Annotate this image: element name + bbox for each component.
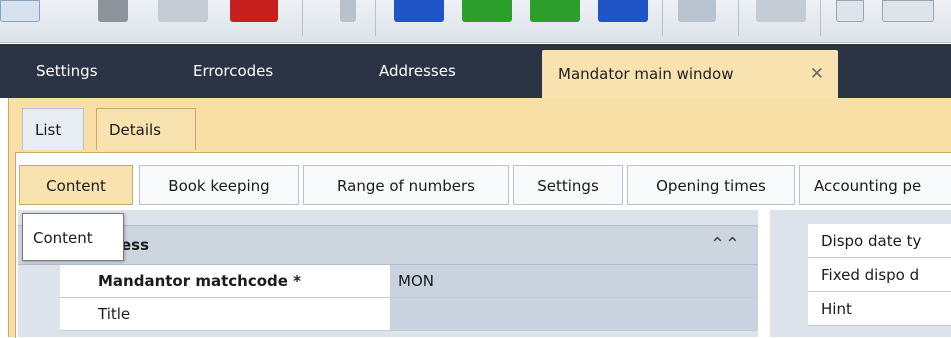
- title-field[interactable]: [390, 298, 758, 330]
- add-green2-icon[interactable]: [530, 0, 580, 22]
- delete-icon[interactable]: [230, 0, 278, 22]
- panel-header[interactable]: ess ⌃⌃: [18, 225, 758, 265]
- field-label: Title: [60, 298, 390, 330]
- lock-icon[interactable]: [340, 0, 356, 22]
- doc-tab-errorcodes[interactable]: Errorcodes: [193, 44, 273, 98]
- tab-opening-times[interactable]: Opening times: [627, 165, 795, 205]
- panel-title: ess: [121, 236, 150, 254]
- new-icon[interactable]: [0, 0, 40, 22]
- field-label-hint: Hint: [808, 292, 951, 326]
- toolbar-separator: [662, 0, 663, 36]
- close-icon[interactable]: ✕: [810, 50, 824, 98]
- doc-tab-mandator-main-window[interactable]: Mandator main window ✕: [542, 50, 838, 98]
- doc-tab-addresses[interactable]: Addresses: [379, 44, 456, 98]
- toolbar-separator: [738, 0, 739, 36]
- matchcode-field[interactable]: MON: [390, 265, 758, 297]
- tab-list[interactable]: List: [22, 108, 84, 150]
- save-icon[interactable]: [98, 0, 128, 22]
- toolbar-separator: [375, 0, 376, 36]
- refresh-icon[interactable]: [678, 0, 716, 22]
- tab-accounting-period[interactable]: Accounting pe: [799, 165, 951, 205]
- add-green-icon[interactable]: [462, 0, 512, 22]
- doc-tab-label: Mandator main window: [558, 65, 734, 83]
- toolbar-separator: [302, 0, 303, 36]
- content-tab-strip: Content Book keeping Range of numbers Se…: [15, 160, 951, 210]
- tab-range-of-numbers[interactable]: Range of numbers: [303, 165, 509, 205]
- calc-icon[interactable]: [836, 0, 864, 22]
- address-panel: ess ⌃⌃ Mandantor matchcode * MON Title: [18, 210, 758, 337]
- form-row-matchcode: Mandantor matchcode * MON: [60, 265, 758, 298]
- sub-tab-strip: List Details: [8, 98, 951, 152]
- doc-tab-settings[interactable]: Settings: [36, 44, 98, 98]
- tab-settings[interactable]: Settings: [513, 165, 623, 205]
- toolbar-separator: [820, 0, 821, 36]
- toolbar: [0, 0, 951, 43]
- document-tab-strip: Settings Errorcodes Addresses Mandator m…: [0, 44, 951, 98]
- print-icon[interactable]: [756, 0, 806, 22]
- field-label-fixed-dispo-date: Fixed dispo d: [808, 258, 951, 292]
- tab-details[interactable]: Details: [96, 108, 196, 150]
- collapse-icon[interactable]: ⌃⌃: [710, 226, 740, 264]
- form-row-title: Title: [60, 298, 758, 331]
- blue-icon[interactable]: [394, 0, 444, 22]
- tooltip: Content: [22, 213, 124, 261]
- keyboard-icon[interactable]: [882, 0, 934, 22]
- right-form-panel: Dispo date ty Fixed dispo d Hint: [770, 210, 951, 337]
- tab-content[interactable]: Content: [19, 165, 133, 205]
- tab-book-keeping[interactable]: Book keeping: [139, 165, 299, 205]
- grid-icon[interactable]: [158, 0, 208, 22]
- field-label: Mandantor matchcode *: [60, 265, 390, 297]
- field-label-dispo-date-type: Dispo date ty: [808, 224, 951, 258]
- blue2-icon[interactable]: [598, 0, 648, 22]
